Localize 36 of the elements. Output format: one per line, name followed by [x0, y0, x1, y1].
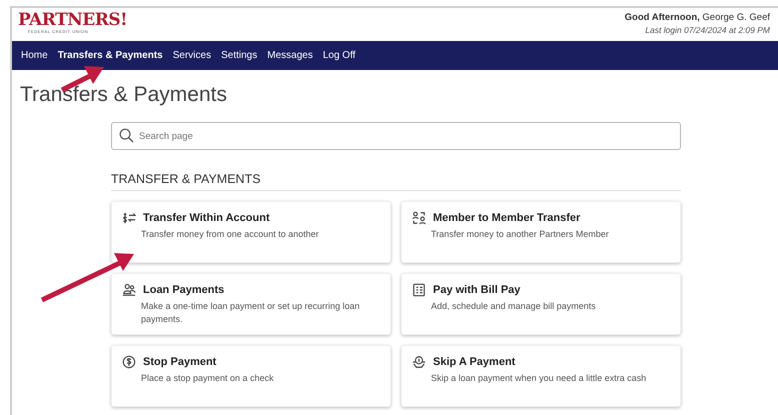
card-description: Make a one-time loan payment or set up recurring loan payments.: [141, 300, 361, 326]
card-description: Add, schedule and manage bill payments: [431, 300, 597, 313]
card-description: Transfer money from one account to another: [141, 228, 320, 241]
dollar-circle-icon: [122, 355, 136, 369]
card-description: Transfer money to another Partners Member: [431, 228, 610, 241]
hand-coin-icon: [412, 355, 426, 369]
logo[interactable]: PARTNERS!: [18, 12, 128, 29]
people-transfer-icon: [412, 211, 426, 225]
nav-tab[interactable]: Services: [168, 41, 216, 70]
nav-tab[interactable]: Log Off: [318, 41, 360, 70]
option-card[interactable]: Transfer Within Account Transfer money from one account to another: [111, 201, 391, 263]
search-icon: [119, 128, 134, 143]
nav-tab[interactable]: Transfers & Payments: [52, 41, 168, 70]
option-card[interactable]: Pay with Bill Pay Add, schedule and manage bill payments: [401, 273, 681, 335]
card-title: Skip A Payment: [433, 355, 516, 369]
nav-tab[interactable]: Messages: [262, 41, 318, 70]
option-card[interactable]: Stop Payment Place a stop payment on a check: [111, 345, 391, 407]
greeting: Good Afternoon, George G. Geef: [624, 12, 770, 24]
bill-icon: [412, 283, 426, 297]
option-card[interactable]: Loan Payments Make a one-time loan payment or set up recurring loan payments.: [111, 273, 391, 335]
card-title: Loan Payments: [143, 283, 224, 297]
option-card[interactable]: Member to Member Transfer Transfer money to another Partners Member: [401, 201, 681, 263]
option-card[interactable]: Skip A Payment Skip a loan payment when you need a little extra cash: [401, 345, 681, 407]
card-title: Transfer Within Account: [143, 211, 270, 225]
card-description: Skip a loan payment when you need a little extra cash: [431, 372, 648, 385]
search-field[interactable]: Search page: [111, 122, 681, 150]
page-title: Transfers & Payments: [20, 82, 228, 108]
nav-tab[interactable]: Home: [16, 41, 53, 70]
card-title: Member to Member Transfer: [433, 211, 580, 225]
transfer-icon: [122, 211, 136, 225]
card-title: Stop Payment: [143, 355, 216, 369]
last-login: Last login 07/24/2024 at 2:09 PM: [644, 24, 770, 36]
card-title: Pay with Bill Pay: [433, 283, 520, 297]
section-heading: TRANSFER & PAYMENTS: [111, 172, 681, 191]
card-description: Place a stop payment on a check: [141, 372, 275, 385]
nav-tab[interactable]: Settings: [216, 41, 262, 70]
